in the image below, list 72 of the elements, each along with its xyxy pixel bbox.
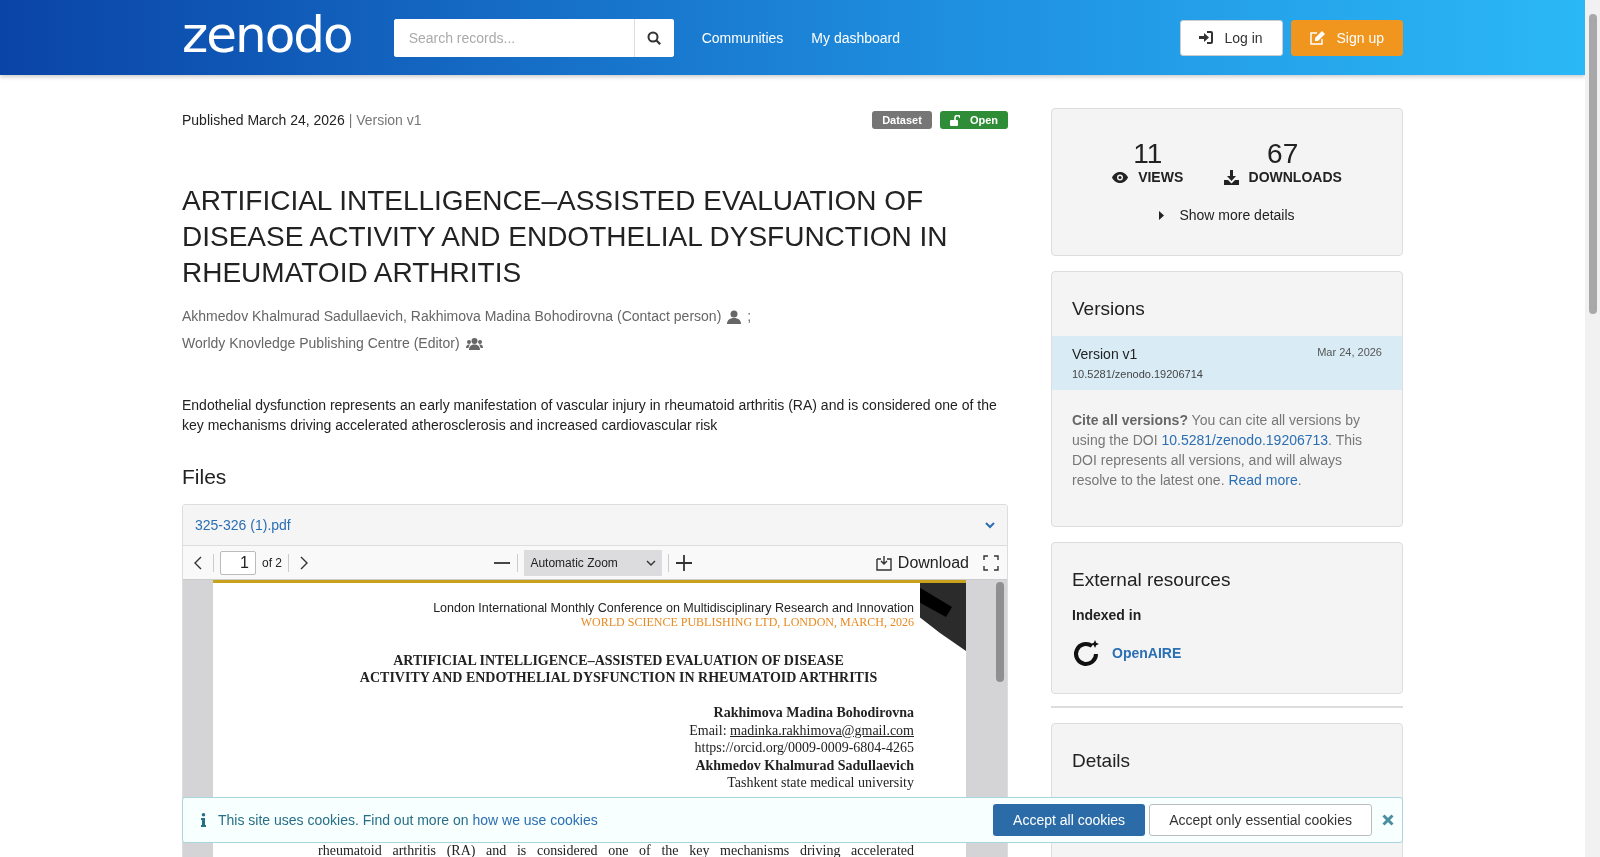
ring-logo-icon [1072,639,1100,667]
cookie-policy-link[interactable]: how we use cookies [472,812,598,828]
read-more-link[interactable]: Read more [1228,472,1298,488]
stat-value: 67 [1267,139,1299,169]
edit-icon [1309,30,1325,45]
download-icon [875,554,892,571]
index-link[interactable]: OpenAIRE [1112,645,1182,661]
version-date: Mar 24, 2026 [1317,346,1382,360]
sign-in-icon [1198,31,1213,44]
scrollbar-thumb[interactable] [996,582,1004,682]
access-badge: Open [939,111,1008,129]
email-link[interactable]: madinka.rakhimova@gmail.com [730,722,914,738]
stat-value: 11 [1133,139,1163,169]
email-label: Email: [689,722,727,738]
cookie-message: This site uses cookies. Find out more on how we use cookies [218,812,599,828]
type-badge: Dataset [872,111,932,129]
accept-essential-button[interactable]: Accept only essential cookies [1149,804,1372,836]
download-icon [1223,169,1239,185]
details-heading: Details [1071,749,1132,773]
info-icon [201,813,206,827]
version-doi: 10.5281/zenodo.19206714 [1072,368,1204,380]
users-icon [465,337,483,350]
creator-name[interactable]: Akhmedov Khalmurad Sadullaevich, Rakhimova Madina Bohodirovna (Contact person) [182,303,722,330]
version-label: | Version v1 [348,112,422,128]
stat-label: DOWNLOADS [1248,169,1342,185]
author-detail: https://orcid.org/0009-0009-6804-4265 [693,739,914,757]
versions-heading: Versions [1071,297,1146,321]
close-icon[interactable] [1382,814,1394,826]
chevron-down-icon[interactable] [985,521,995,529]
files-heading: Files [182,465,228,489]
person-icon [727,309,742,324]
cite-note: Cite all versions? You can cite all versions by using the DOI 10.5281/zenodo.19206713. This DOI represents all versions, and will always resolve to the latest one. Read more. [1071,411,1364,490]
search-button[interactable] [633,18,674,57]
corner-graphic [920,583,966,651]
accept-all-button[interactable]: Accept all cookies [993,804,1146,836]
search-icon [647,30,662,45]
conference-line: London International Monthly Conference on Multidisciplinary Research and Innovation [432,601,914,615]
author-name: Rakhimova Madina Bohodirovna [712,704,914,722]
publisher-line: WORLD SCIENCE PUBLISHING LTD, LONDON, MARCH, 2026 [579,615,914,630]
zoom-select[interactable]: Automatic Zoom [524,549,663,576]
zoom-in-icon[interactable] [675,553,694,572]
external-heading: External resources [1071,568,1232,592]
page-scrollbar[interactable] [1585,0,1600,857]
creator-name[interactable]: Worldy Knovledge Publishing Centre (Editor) [182,330,460,357]
document-title-line: ACTIVITY AND ENDOTHELIAL DYSFUNCTION IN RHEUMATOID ARTHRITIS [358,669,879,686]
unlock-icon [949,114,960,126]
document-body-line: rheumatoid arthritis (RA) and is considered one of the key mechanisms driving accelerated [317,843,914,857]
stat-label: VIEWS [1138,169,1184,185]
caret-icon [646,559,657,566]
fullscreen-icon[interactable] [983,554,999,571]
show-more-link[interactable]: Show more details [1179,207,1295,223]
file-link[interactable]: 325-326 (1).pdf [195,517,291,533]
document-title-line: ARTIFICIAL INTELLIGENCE–ASSISTED EVALUATION OF DISEASE [392,652,845,669]
version-item[interactable]: Version v1 Mar 24, 2026 10.5281/zenodo.19206714 [1052,336,1402,390]
separator-text: ; [747,307,752,326]
publish-date: Published March 24, 2026 [182,112,345,128]
search-field[interactable]: Search records... [393,18,674,57]
login-button[interactable]: Log in [1179,19,1283,56]
indexed-label: Indexed in [1071,607,1143,623]
caret-right-icon[interactable] [1159,210,1165,220]
download-button[interactable]: Download [875,553,969,572]
eye-icon [1112,171,1129,183]
version-name: Version v1 [1072,346,1139,362]
abstract-text: Endothelial dysfunction represents an early manifestation of vascular injury in rheumatoid arthritis (RA) and is considered one of the key mechanisms driving accelerated atherosclerosis and increased cardiovascular risk [182,396,998,435]
nav-link[interactable]: Communities [701,29,784,46]
site-logo[interactable]: zenodo [182,9,352,60]
record-title: ARTIFICIAL INTELLIGENCE–ASSISTED EVALUATION OF DISEASE ACTIVITY AND ENDOTHELIAL DYSFUNCTION IN RHEUMATOID ARTHRITIS [182,184,949,290]
author-detail: Tashkent state medical university [726,774,914,792]
page-count: of 2 [262,555,282,570]
page-number-field[interactable]: 1 [220,550,256,575]
nav-link[interactable]: My dashboard [811,29,901,46]
author-name: Akhmedov Khalmurad Sadullaevich [694,756,914,774]
